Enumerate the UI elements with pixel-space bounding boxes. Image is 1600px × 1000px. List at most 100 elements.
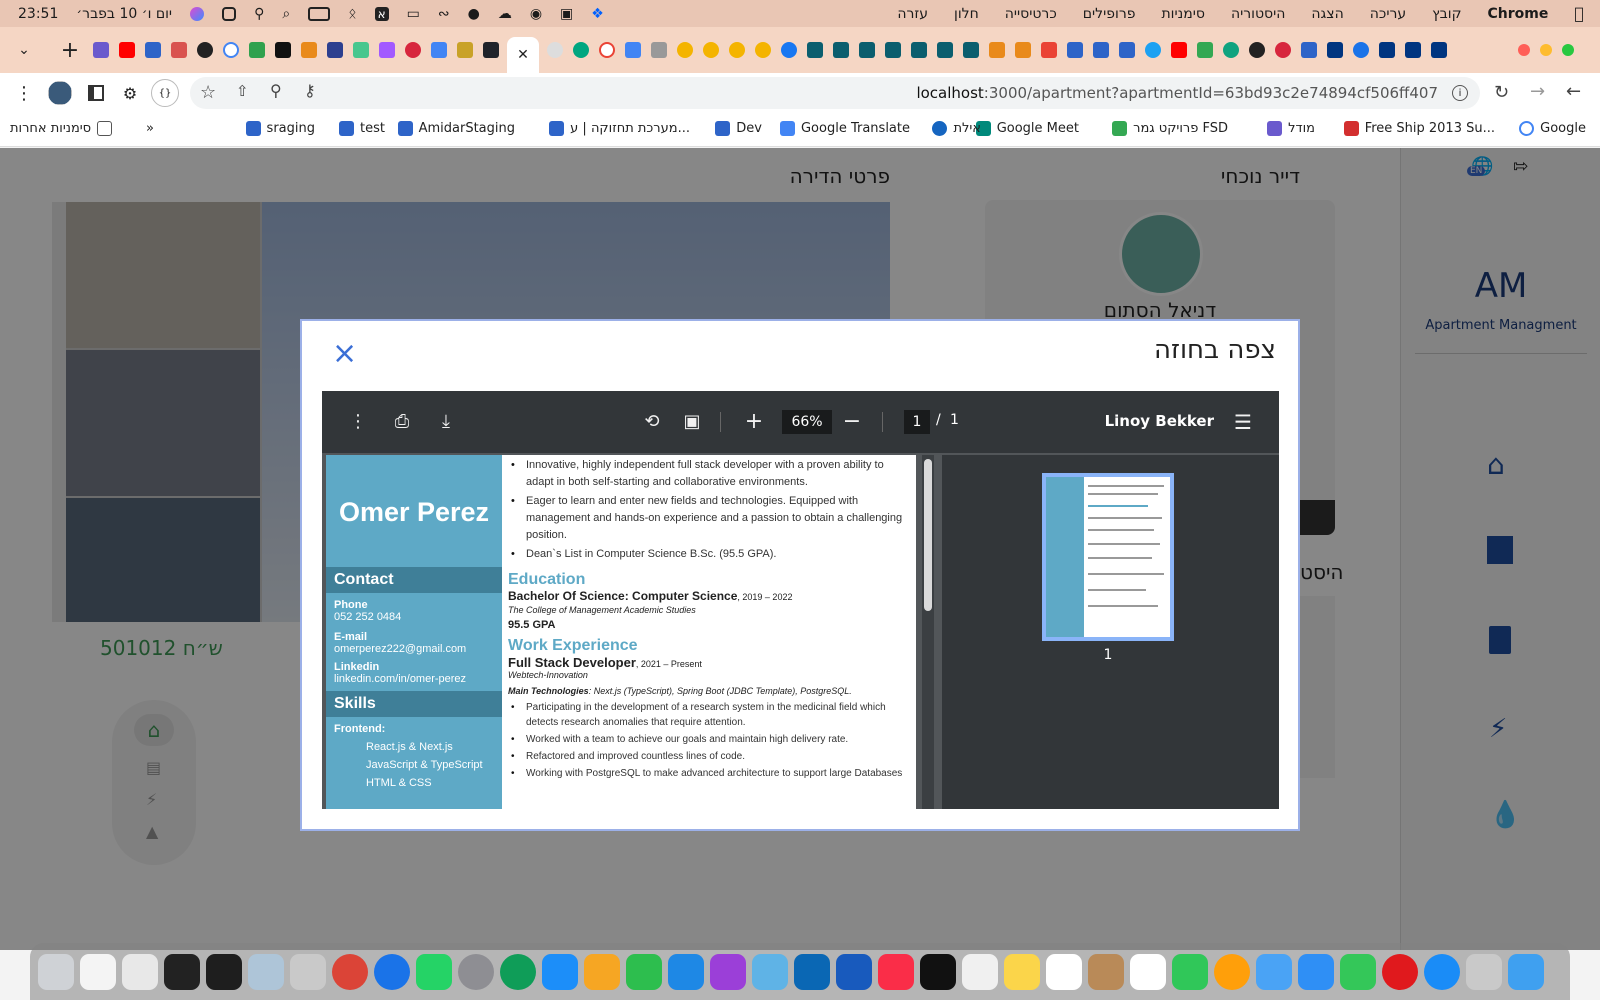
pdf-fit-page-icon[interactable]: ▣ [680,410,704,434]
tab-favicon-icon[interactable] [93,42,109,58]
address-bar[interactable]: ☆ ⇧ ⚲ ⚷ localhost:3000/apartment?apartme… [190,77,1480,109]
vscode-app-icon[interactable] [794,953,830,990]
tab-favicon-icon[interactable] [573,42,589,58]
back-arrow-icon[interactable]: → [1530,81,1545,102]
tab-favicon-icon[interactable] [807,42,823,58]
bookmark-google-meet[interactable]: Google Meet [975,121,1079,136]
elephant-icon[interactable]: ● [468,6,480,22]
dock-window-thumbnail[interactable] [164,953,200,990]
bookmark-maintenance[interactable]: מערכת תחזוקה | ע... [549,121,690,136]
pdf-print-icon[interactable]: ⎙ [390,410,414,434]
translate-tab-icon[interactable] [625,42,641,58]
system-settings-app-icon[interactable] [458,953,494,990]
finder-app-icon[interactable] [1508,953,1544,990]
booking-tab-icon[interactable] [1405,42,1421,58]
tab-favicon-icon[interactable] [833,42,849,58]
keychain-app-icon[interactable] [290,953,326,990]
freeform-app-icon[interactable] [962,953,998,990]
launchpad-app-icon[interactable] [1466,953,1502,990]
close-tab-icon[interactable]: ✕ [517,47,529,63]
maps-pin-app-icon[interactable] [374,953,410,990]
react-tab-icon[interactable] [483,42,499,58]
tab-favicon-icon[interactable] [1301,42,1317,58]
podcasts-app-icon[interactable] [710,953,746,990]
pdf-scroll-thumb[interactable] [924,459,932,611]
keynote-app-icon[interactable] [668,953,704,990]
dock-window-thumbnail[interactable] [122,953,158,990]
preview-app-icon[interactable] [248,953,284,990]
dropbox-icon[interactable]: ❖ [591,6,604,22]
menu-help[interactable]: עזרה [897,6,928,22]
tab-favicon-icon[interactable] [1197,42,1213,58]
pdf-zoom-level[interactable]: 66% [782,410,832,434]
menu-file[interactable]: קובץ [1432,6,1461,22]
share-icon[interactable]: ⇧ [236,82,249,100]
menu-history[interactable]: היסטוריה [1231,6,1285,22]
tab-favicon-icon[interactable] [171,42,187,58]
apple-menu-icon[interactable]:  [1574,4,1584,23]
bookmarks-overflow-button[interactable]: » [146,121,154,136]
active-tab[interactable]: ✕ [507,37,539,73]
chatgpt-tab-icon[interactable] [1249,42,1265,58]
screen-share-icon[interactable]: ▣ [560,6,573,22]
tab-favicon-icon[interactable] [911,42,927,58]
tab-favicon-icon[interactable] [1093,42,1109,58]
youtube-tab-icon[interactable] [119,42,135,58]
tab-favicon-icon[interactable] [1015,42,1031,58]
tab-search-icon[interactable]: ⌄ [10,42,38,58]
tab-favicon-icon[interactable] [353,42,369,58]
bookmark-amidar-staging[interactable]: AmidarStaging [397,121,515,136]
tab-favicon-icon[interactable] [885,42,901,58]
dock-window-thumbnail[interactable] [80,953,116,990]
bookmark-free-ship[interactable]: Free Ship 2013 Su... [1343,121,1495,136]
github-tab-icon[interactable] [197,42,213,58]
tab-favicon-icon[interactable] [937,42,953,58]
bookmark-google[interactable]: Google [1519,121,1586,136]
google-tab-icon[interactable] [599,42,615,58]
messages-app-icon[interactable] [1340,953,1376,990]
apple-tv-app-icon[interactable] [920,953,956,990]
clock[interactable]: 23:51 [18,6,58,22]
bluetooth-icon[interactable]: ᛟ [348,6,356,22]
close-window-button[interactable] [1518,44,1530,56]
tab-favicon-icon[interactable] [989,42,1005,58]
word-app-icon[interactable] [836,953,872,990]
music-app-icon[interactable] [878,953,914,990]
reload-icon[interactable]: ↻ [1494,82,1509,103]
whatsapp-app-icon[interactable] [416,953,452,990]
input-source-icon[interactable]: א [374,6,389,21]
tab-favicon-icon[interactable] [755,42,771,58]
new-tab-button[interactable]: + [52,38,88,63]
tab-favicon-icon[interactable] [1119,42,1135,58]
maps-app-icon[interactable] [752,953,788,990]
tab-favicon-icon[interactable] [547,42,563,58]
translate-tab-icon[interactable] [431,42,447,58]
control-center-icon[interactable] [222,6,237,21]
photos-app-icon[interactable] [1214,953,1250,990]
tab-favicon-icon[interactable] [651,42,667,58]
alert-cloud-icon[interactable]: ☁ [498,6,512,22]
side-panel-icon[interactable] [88,85,104,101]
browser-menu-icon[interactable]: ⋮ [14,83,34,104]
extensions-icon[interactable]: ⚙ [120,83,140,103]
pdf-menu-icon[interactable]: ☰ [1231,410,1255,434]
zoom-window-button[interactable] [1562,44,1574,56]
tab-favicon-icon[interactable] [301,42,317,58]
minimize-window-button[interactable] [1540,44,1552,56]
menu-edit[interactable]: עריכה [1370,6,1406,22]
bookmark-google-translate[interactable]: Google Translate [779,121,910,136]
tab-favicon-icon[interactable] [327,42,343,58]
pdf-page-input[interactable]: 1 [904,410,930,434]
site-info-icon[interactable]: i [1452,85,1468,101]
vpn-icon[interactable]: ◉ [530,6,542,22]
pdf-zoom-out-icon[interactable]: − [840,410,864,434]
tab-favicon-icon[interactable] [729,42,745,58]
opera-app-icon[interactable] [1382,953,1418,990]
figma-tab-icon[interactable] [379,42,395,58]
tab-favicon-icon[interactable] [703,42,719,58]
maps-tab-icon[interactable] [1353,42,1369,58]
menu-profiles[interactable]: פרופילים [1083,6,1136,22]
tab-favicon-icon[interactable] [1275,42,1291,58]
pages-app-icon[interactable] [584,953,620,990]
bookmark-final-project[interactable]: פרויקט גמר FSD [1112,121,1228,136]
